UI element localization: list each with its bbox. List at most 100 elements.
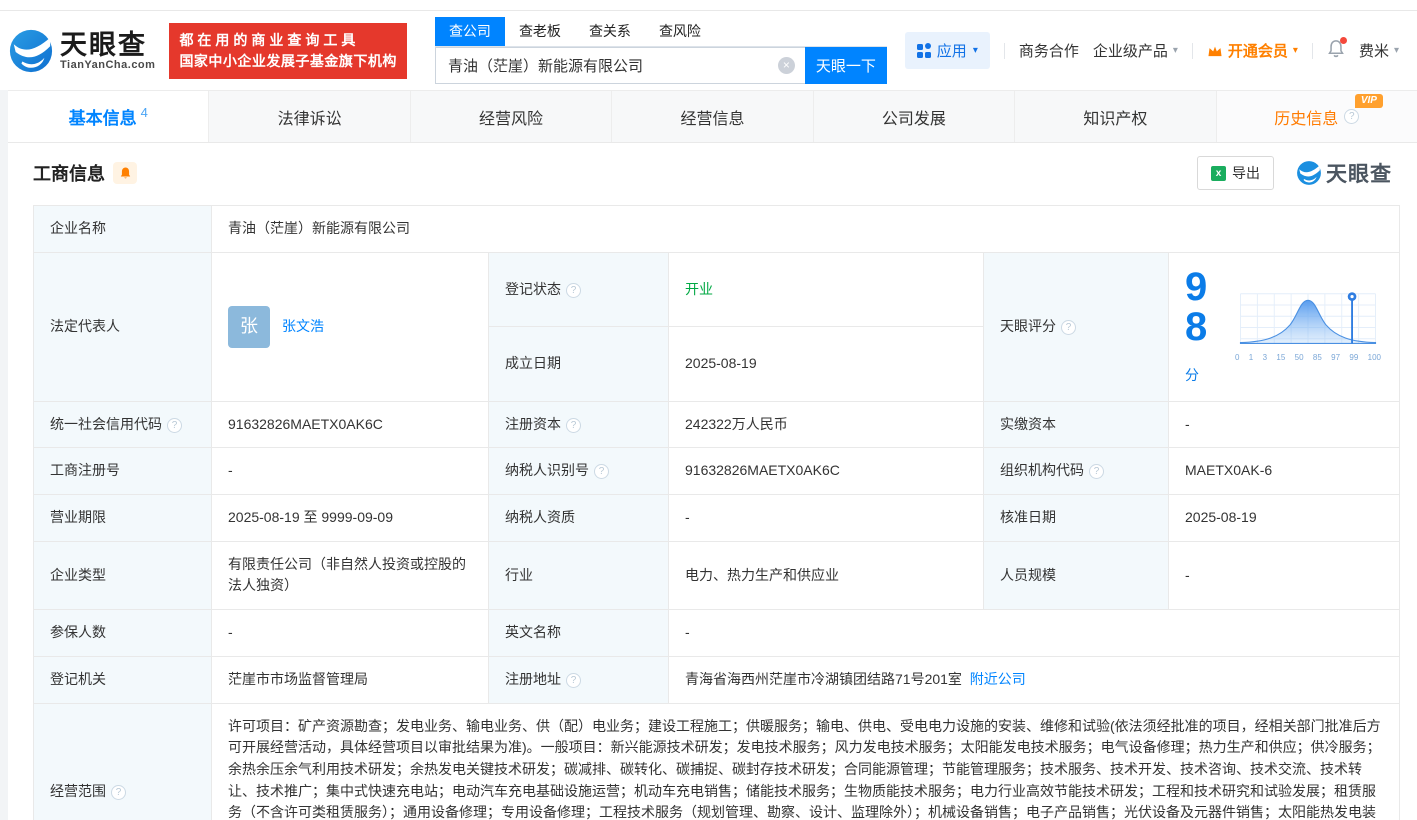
field-label: 注册地址? <box>489 656 669 703</box>
clear-search-icon[interactable]: × <box>778 57 795 74</box>
search-input[interactable] <box>436 57 805 74</box>
reg-authority-value: 茫崖市市场监督管理局 <box>212 656 489 703</box>
field-label: 登记机关 <box>34 656 212 703</box>
apps-menu[interactable]: 应用 ▾ <box>905 32 990 69</box>
tyc-score-cell[interactable]: 98 分 <box>1169 252 1400 401</box>
establish-date-value: 2025-08-19 <box>669 327 984 402</box>
reg-status-value: 开业 <box>685 281 713 297</box>
help-icon[interactable]: ? <box>566 673 581 688</box>
help-icon[interactable]: ? <box>167 418 182 433</box>
apps-label: 应用 <box>937 40 967 61</box>
table-row: 企业类型 有限责任公司（非自然人投资或控股的法人独资） 行业 电力、热力生产和供… <box>34 541 1400 609</box>
field-label: 注册资本? <box>489 401 669 448</box>
field-label: 企业类型 <box>34 541 212 609</box>
business-info-table: 企业名称 青油（茫崖）新能源有限公司 法定代表人 张 张文浩 登记状态? 开业 … <box>33 205 1400 820</box>
field-label: 法定代表人 <box>34 252 212 401</box>
taxpayer-id-value: 91632826MAETX0AK6C <box>669 448 984 495</box>
export-button[interactable]: x 导出 <box>1197 156 1274 190</box>
field-label: 工商注册号 <box>34 448 212 495</box>
search-tab-company[interactable]: 查公司 <box>435 17 505 46</box>
table-row: 经营范围? 许可项目：矿产资源勘查；发电业务、输电业务、供（配）电业务；建设工程… <box>34 703 1400 820</box>
field-label: 纳税人资质 <box>489 495 669 542</box>
help-icon[interactable]: ? <box>566 418 581 433</box>
field-label: 经营范围? <box>34 703 212 820</box>
tianyancha-logo[interactable]: 天眼查 TianYanCha.com <box>8 28 155 74</box>
tianyancha-logo-icon <box>8 28 54 74</box>
table-row: 营业期限 2025-08-19 至 9999-09-09 纳税人资质 - 核准日… <box>34 495 1400 542</box>
help-icon[interactable]: ? <box>566 283 581 298</box>
field-label: 实缴资本 <box>984 401 1169 448</box>
tab-company-development[interactable]: 公司发展 <box>814 91 1015 142</box>
search-tab-relation[interactable]: 查关系 <box>575 17 645 46</box>
nav-enterprise[interactable]: 企业级产品 ▾ <box>1093 40 1178 61</box>
help-icon[interactable]: ? <box>1344 109 1359 124</box>
chevron-down-icon: ▾ <box>973 45 978 56</box>
table-row: 统一社会信用代码? 91632826MAETX0AK6C 注册资本? 24232… <box>34 401 1400 448</box>
help-icon[interactable]: ? <box>111 785 126 800</box>
notification-dot <box>1340 37 1347 44</box>
staff-size-value: - <box>1169 541 1400 609</box>
apps-grid-icon <box>917 44 931 58</box>
help-icon[interactable]: ? <box>594 464 609 479</box>
score-value: 98 <box>1185 265 1207 349</box>
nearby-companies-link[interactable]: 附近公司 <box>970 671 1026 687</box>
field-label: 纳税人识别号? <box>489 448 669 495</box>
chevron-down-icon: ▾ <box>1394 45 1399 56</box>
table-row: 企业名称 青油（茫崖）新能源有限公司 <box>34 206 1400 253</box>
header-nav: 应用 ▾ 商务合作 企业级产品 ▾ 开通会员 ▾ 费米 ▾ <box>905 32 1399 69</box>
legal-rep-link[interactable]: 张文浩 <box>282 316 324 338</box>
tab-operation-info[interactable]: 经营信息 <box>612 91 813 142</box>
logo-brand-text: 天眼查 <box>60 31 155 59</box>
divider <box>1004 43 1005 59</box>
watermark-text: 天眼查 <box>1326 158 1392 188</box>
tab-operation-risk[interactable]: 经营风险 <box>411 91 612 142</box>
search-tab-risk[interactable]: 查风险 <box>645 17 715 46</box>
company-type-value: 有限责任公司（非自然人投资或控股的法人独资） <box>212 541 489 609</box>
help-icon[interactable]: ? <box>1061 320 1076 335</box>
vip-badge: VIP <box>1355 94 1383 108</box>
reg-address-cell: 青海省海西州茫崖市冷湖镇团结路71号201室 附近公司 <box>669 656 1400 703</box>
excel-icon: x <box>1211 166 1226 181</box>
page-tabs: 基本信息 4 法律诉讼 经营风险 经营信息 公司发展 知识产权 历史信息 ? V… <box>8 90 1417 143</box>
field-label: 人员规模 <box>984 541 1169 609</box>
org-code-value: MAETX0AK-6 <box>1169 448 1400 495</box>
tab-basic-info[interactable]: 基本信息 4 <box>8 91 209 142</box>
slogan-line2: 国家中小企业发展子基金旗下机构 <box>179 51 397 72</box>
chevron-down-icon: ▾ <box>1293 45 1298 56</box>
insured-count-value: - <box>212 610 489 657</box>
score-distribution-chart: 01 315 5085 9799 100 <box>1233 289 1383 364</box>
reg-address-value: 青海省海西州茫崖市冷湖镇团结路71号201室 <box>685 671 962 687</box>
user-menu[interactable]: 费米 ▾ <box>1359 40 1399 61</box>
field-label: 成立日期 <box>489 327 669 402</box>
business-term-value: 2025-08-19 至 9999-09-09 <box>212 495 489 542</box>
slogan-banner: 都在用的商业查询工具 国家中小企业发展子基金旗下机构 <box>169 23 407 79</box>
field-label: 营业期限 <box>34 495 212 542</box>
tab-count-badge: 4 <box>141 105 148 120</box>
legal-rep-cell: 张 张文浩 <box>212 252 489 401</box>
username: 费米 <box>1359 40 1389 61</box>
search-button[interactable]: 天眼一下 <box>805 47 887 84</box>
tab-history-info[interactable]: 历史信息 ? VIP <box>1217 91 1417 142</box>
tianyancha-watermark-icon <box>1296 160 1322 186</box>
score-unit: 分 <box>1185 367 1199 383</box>
search-tab-boss[interactable]: 查老板 <box>505 17 575 46</box>
main-content: 基本信息 4 法律诉讼 经营风险 经营信息 公司发展 知识产权 历史信息 ? V… <box>8 90 1417 820</box>
nav-open-vip[interactable]: 开通会员 ▾ <box>1207 40 1298 61</box>
reg-number-value: - <box>212 448 489 495</box>
slogan-line1: 都在用的商业查询工具 <box>179 30 397 51</box>
help-icon[interactable]: ? <box>1089 464 1104 479</box>
tab-intellectual-property[interactable]: 知识产权 <box>1015 91 1216 142</box>
notification-bell-icon[interactable] <box>1327 39 1345 62</box>
nav-cooperation[interactable]: 商务合作 <box>1019 40 1079 61</box>
search-tabs: 查公司 查老板 查关系 查风险 <box>435 17 887 47</box>
tab-legal-litigation[interactable]: 法律诉讼 <box>209 91 410 142</box>
subscribe-bell-icon[interactable] <box>113 162 137 184</box>
reg-capital-value: 242322万人民币 <box>669 401 984 448</box>
legal-rep-avatar[interactable]: 张 <box>228 306 270 348</box>
chevron-down-icon: ▾ <box>1173 45 1178 56</box>
business-scope-value: 许可项目：矿产资源勘查；发电业务、输电业务、供（配）电业务；建设工程施工；供暖服… <box>212 703 1400 820</box>
table-row: 工商注册号 - 纳税人识别号? 91632826MAETX0AK6C 组织机构代… <box>34 448 1400 495</box>
table-row: 参保人数 - 英文名称 - <box>34 610 1400 657</box>
divider <box>1312 43 1313 59</box>
search-area: 查公司 查老板 查关系 查风险 × 天眼一下 <box>435 17 887 84</box>
